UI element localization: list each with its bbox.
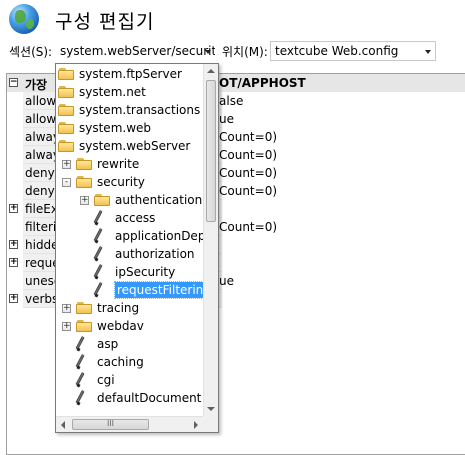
tree-item[interactable]: applicationDepe — [56, 227, 213, 245]
scroll-right-icon[interactable] — [194, 421, 198, 429]
folder-icon — [94, 194, 110, 206]
header: 구성 편집기 — [0, 0, 465, 40]
grid-row-value: Count=0) — [219, 148, 278, 162]
tree-item[interactable]: + authentication — [56, 191, 203, 209]
from-value: textcube Web.config — [275, 44, 399, 58]
from-label: 위치(M): — [222, 45, 268, 59]
tree-item[interactable]: + rewrite — [56, 155, 203, 173]
grid-row-value: alse — [219, 94, 244, 108]
expand-icon[interactable]: + — [62, 304, 71, 313]
globe-icon — [9, 4, 39, 34]
expand-icon[interactable]: + — [9, 240, 18, 249]
pen-icon — [76, 390, 90, 406]
tree-item[interactable]: system.web — [56, 119, 203, 137]
tree-item[interactable]: system.net — [56, 83, 203, 101]
tree-item-label: system.net — [79, 85, 146, 99]
tree-item-label: authorization — [115, 247, 195, 261]
scroll-thumb[interactable] — [206, 80, 216, 222]
tree-item[interactable]: access — [56, 209, 203, 227]
grid-row-value: Count=0) — [219, 166, 278, 180]
section-dropdown[interactable]: system.webServer/security — [55, 41, 216, 61]
expand-icon[interactable]: + — [9, 204, 18, 213]
expand-icon[interactable]: + — [9, 294, 18, 303]
tree-item-label: system.web — [79, 121, 152, 135]
tree-item-label: ipSecurity — [115, 265, 176, 279]
pen-icon — [94, 228, 108, 244]
tree-item[interactable]: ipSecurity — [56, 263, 203, 281]
expand-icon[interactable]: + — [62, 322, 71, 331]
tree-item[interactable]: requestFiltering — [56, 281, 214, 299]
vertical-scrollbar[interactable] — [203, 64, 218, 416]
folder-icon — [58, 68, 74, 80]
tree-item-label: system.transactions — [79, 103, 201, 117]
scroll-up-icon[interactable] — [207, 69, 215, 73]
tree-item-label: requestFiltering — [114, 281, 214, 299]
expand-icon[interactable]: + — [80, 196, 89, 205]
chevron-down-icon[interactable] — [425, 50, 431, 54]
tree-item-label: system.ftpServer — [79, 67, 182, 81]
chevron-down-icon[interactable] — [205, 50, 211, 54]
tree-item-label: defaultDocument — [97, 391, 202, 405]
folder-icon — [58, 104, 74, 116]
folder-icon — [58, 86, 74, 98]
pen-icon — [94, 246, 108, 262]
tree-item-label: rewrite — [97, 157, 140, 171]
section-tree-dropdown[interactable]: system.ftpServer system.net system.transac… — [55, 63, 219, 433]
grid-row-value: ue — [219, 274, 234, 288]
tree-item[interactable]: system.ftpServer — [56, 65, 203, 83]
pen-icon — [94, 282, 108, 298]
tree-item-label: tracing — [97, 301, 140, 315]
grid-row-value: Count=0) — [219, 130, 278, 144]
horizontal-scrollbar[interactable]: III — [56, 416, 203, 432]
tree-item-label: authentication — [115, 193, 203, 207]
grid-header-value: OT/APPHOST — [219, 76, 306, 90]
folder-icon — [76, 158, 92, 170]
folder-icon — [58, 122, 74, 134]
folder-icon — [58, 140, 74, 152]
expand-icon[interactable]: + — [9, 258, 18, 267]
tree-item-label: security — [97, 175, 145, 189]
folder-icon — [76, 320, 92, 332]
folder-icon — [76, 176, 92, 188]
section-value: system.webServer/security — [60, 44, 216, 58]
tree-item[interactable]: asp — [56, 335, 203, 353]
scroll-left-icon[interactable] — [61, 421, 65, 429]
grid-row-value: Count=0) — [219, 184, 278, 198]
folder-icon — [76, 302, 92, 314]
pen-icon — [76, 372, 90, 388]
tree-item[interactable]: caching — [56, 353, 203, 371]
grid-row-value: Count=0) — [219, 220, 278, 234]
tree-item[interactable]: + webdav — [56, 317, 203, 335]
tree-item[interactable]: system.webServer — [56, 137, 203, 155]
scroll-down-icon[interactable] — [207, 407, 215, 411]
grid-row-value: ue — [219, 112, 234, 126]
tree-item[interactable]: - security — [56, 173, 203, 191]
collapse-icon[interactable]: - — [62, 178, 71, 187]
pen-icon — [76, 336, 90, 352]
toolbar: 섹션(S): system.webServer/security 위치(M): … — [0, 41, 465, 61]
tree-item-label: applicationDepe — [115, 229, 213, 243]
collapse-icon[interactable]: − — [9, 78, 18, 87]
tree-item-label: system.webServer — [79, 139, 191, 153]
tree-item-label: cgi — [97, 373, 115, 387]
tree-item[interactable]: system.transactions — [56, 101, 203, 119]
page-title: 구성 편집기 — [55, 11, 155, 33]
scroll-corner — [203, 416, 218, 432]
tree-item-label: caching — [97, 355, 144, 369]
section-label: 섹션(S): — [9, 45, 53, 59]
from-dropdown[interactable]: textcube Web.config — [270, 41, 436, 61]
expand-icon[interactable]: + — [62, 160, 71, 169]
tree-item-label: access — [115, 211, 156, 225]
hscroll-thumb[interactable]: III — [72, 419, 149, 430]
tree-item[interactable]: authorization — [56, 245, 203, 263]
pen-icon — [76, 354, 90, 370]
pen-icon — [94, 264, 108, 280]
tree-item[interactable]: cgi — [56, 371, 203, 389]
tree-item-label: asp — [97, 337, 119, 351]
tree-item[interactable]: defaultDocument — [56, 389, 203, 407]
pen-icon — [94, 210, 108, 226]
tree-item[interactable]: + tracing — [56, 299, 203, 317]
tree-item-label: webdav — [97, 319, 144, 333]
